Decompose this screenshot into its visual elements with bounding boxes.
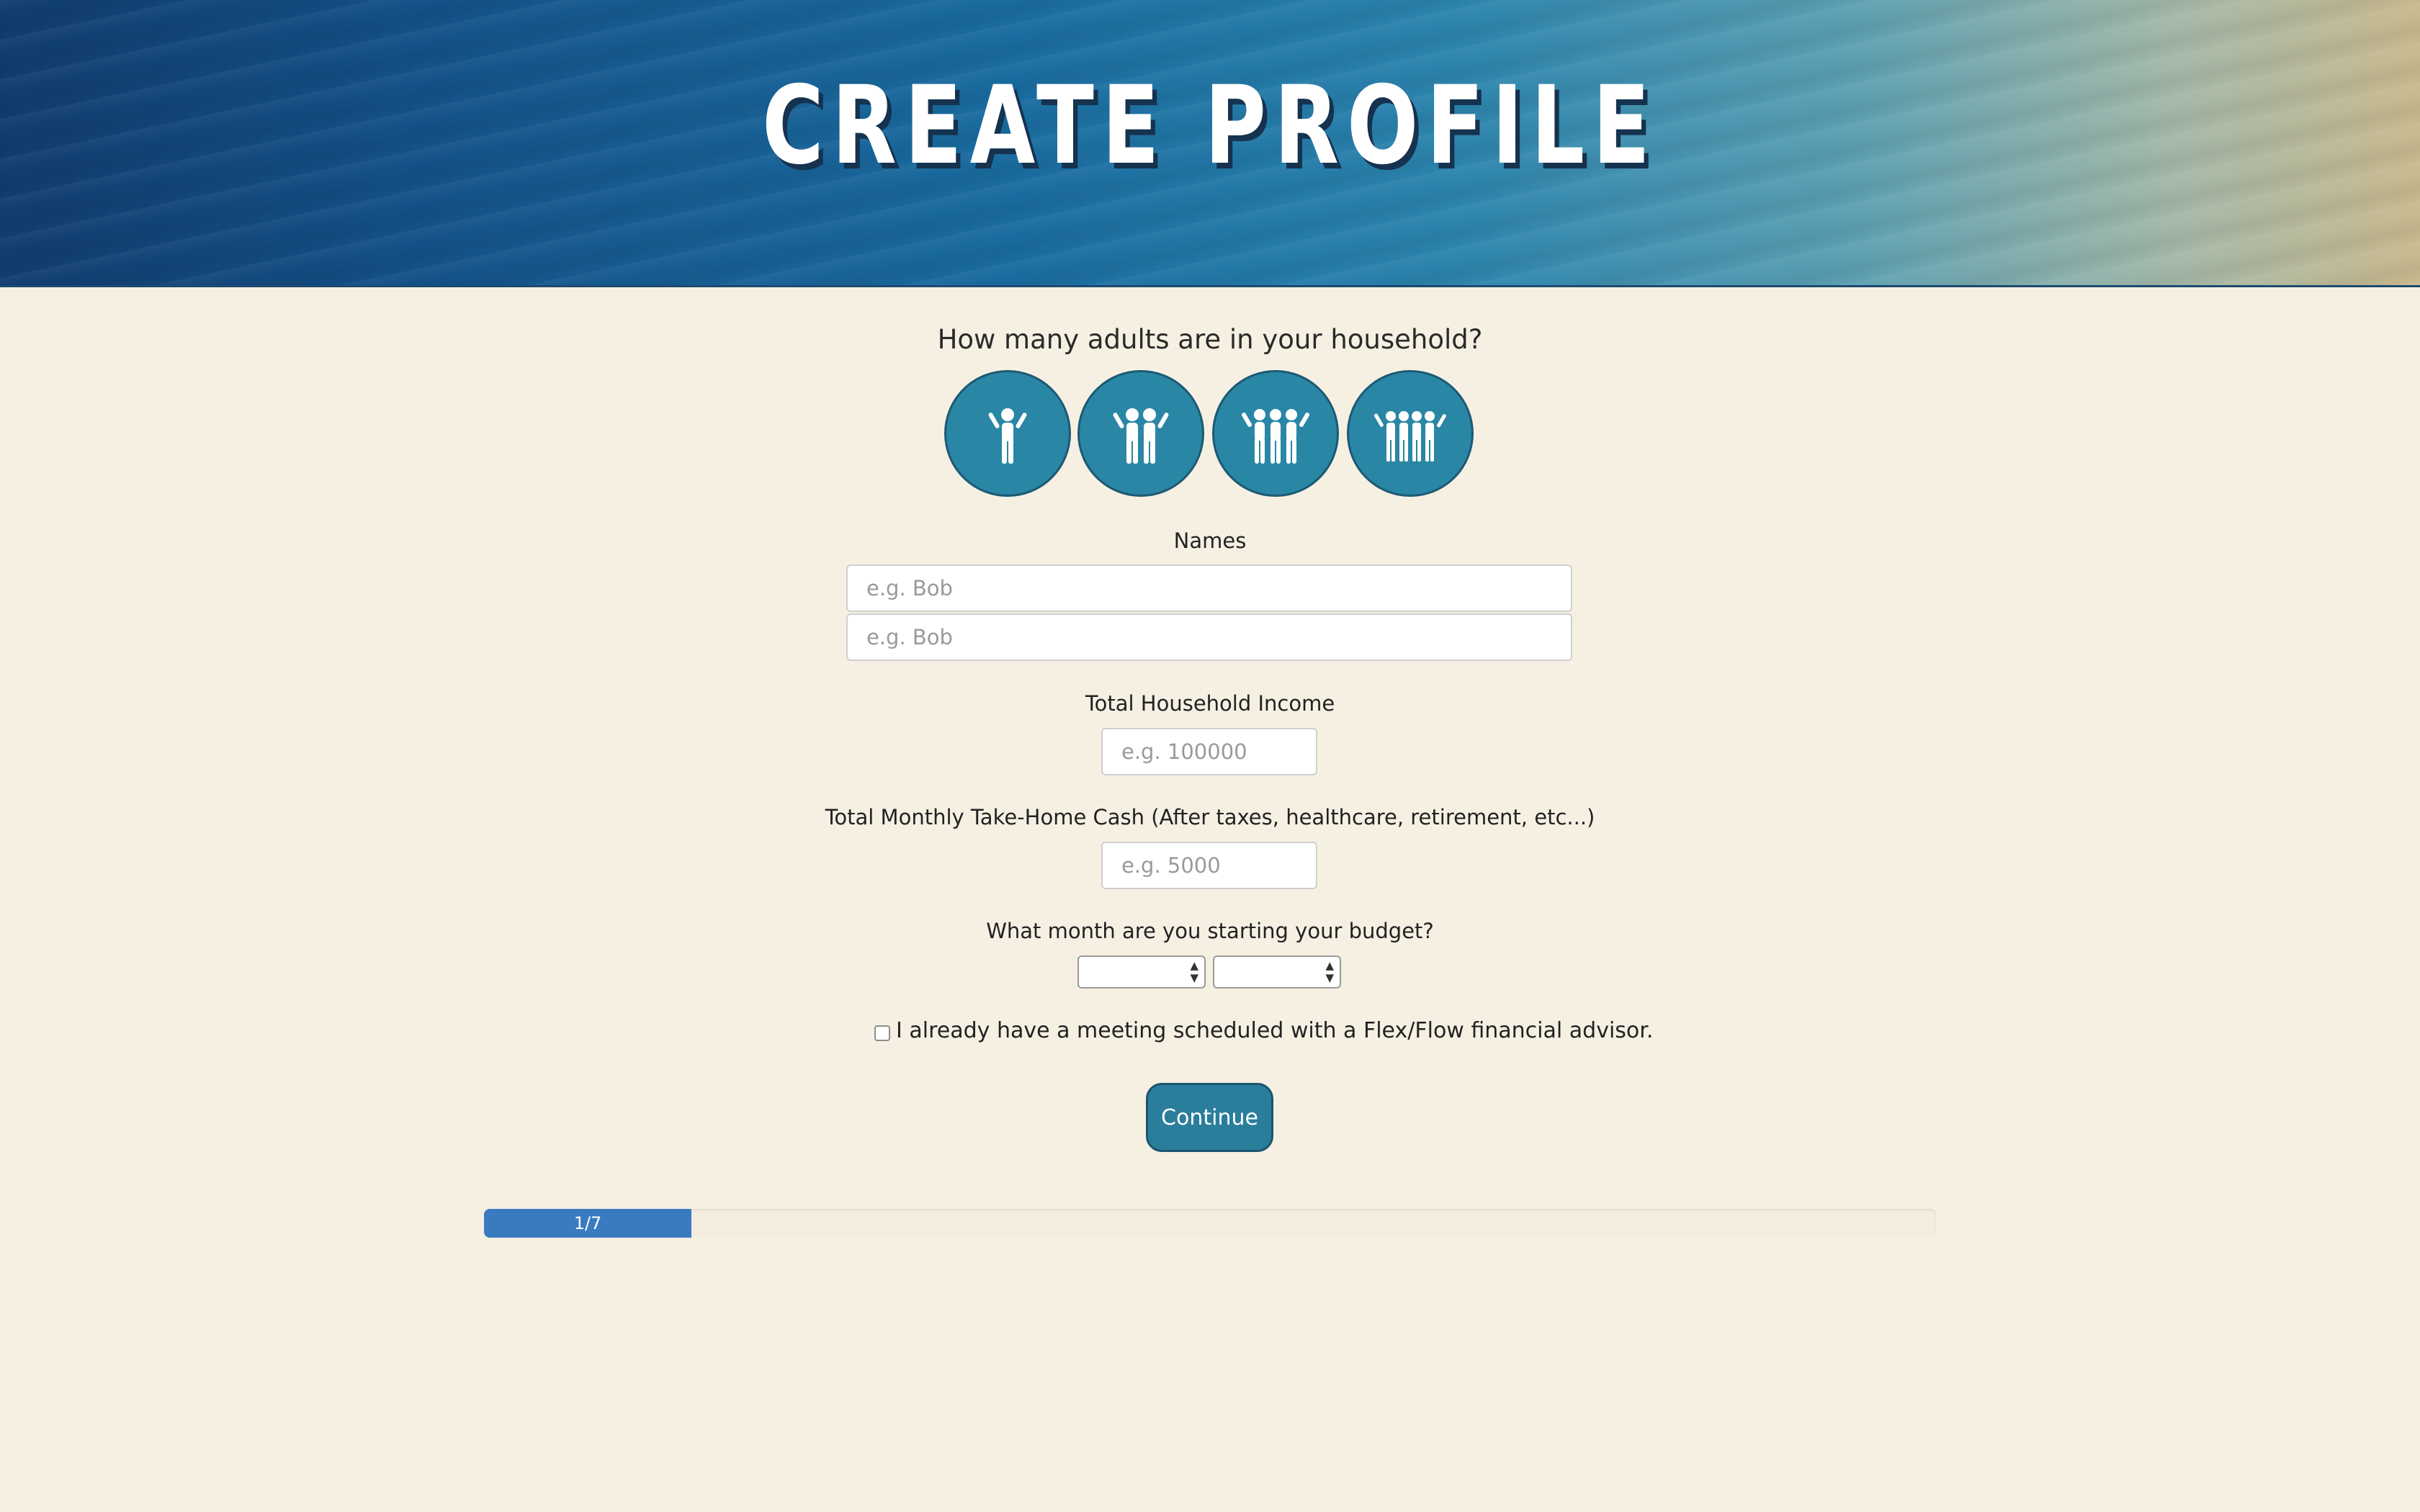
page-title: CREATE PROFILE xyxy=(762,63,1658,189)
four-adults-button[interactable] xyxy=(1347,370,1474,497)
income-label: Total Household Income xyxy=(1085,691,1335,716)
year-select[interactable]: ▲ ▼ xyxy=(1213,955,1341,989)
three-adults-icon xyxy=(1242,409,1309,464)
three-adults-button[interactable] xyxy=(1212,370,1339,497)
two-adults-icon xyxy=(1113,408,1169,464)
name-input-1[interactable] xyxy=(846,564,1572,612)
one-adult-icon xyxy=(988,408,1027,464)
advisor-checkbox-label[interactable]: I already have a meeting scheduled with … xyxy=(896,1018,1653,1043)
one-adult-button[interactable] xyxy=(944,370,1071,497)
select-arrows-icon: ▲ ▼ xyxy=(1325,959,1334,984)
month-select[interactable]: ▲ ▼ xyxy=(1077,955,1206,989)
income-input[interactable] xyxy=(1101,728,1317,775)
take-home-label: Total Monthly Take-Home Cash (After taxe… xyxy=(825,805,1595,829)
progress-bar: 1/7 xyxy=(484,1209,1936,1238)
header-banner: CREATE PROFILE xyxy=(0,0,2420,287)
four-adults-icon xyxy=(1374,411,1446,462)
name-input-2[interactable] xyxy=(846,613,1572,661)
select-arrows-icon: ▲ ▼ xyxy=(1190,959,1198,984)
names-label: Names xyxy=(1173,528,1247,553)
advisor-checkbox[interactable] xyxy=(874,1025,890,1041)
continue-button[interactable]: Continue xyxy=(1146,1083,1273,1152)
two-adults-button[interactable] xyxy=(1077,370,1204,497)
progress-fill: 1/7 xyxy=(484,1209,691,1238)
household-question: How many adults are in your household? xyxy=(937,324,1483,355)
take-home-input[interactable] xyxy=(1101,842,1317,889)
budget-start-label: What month are you starting your budget? xyxy=(986,919,1434,943)
